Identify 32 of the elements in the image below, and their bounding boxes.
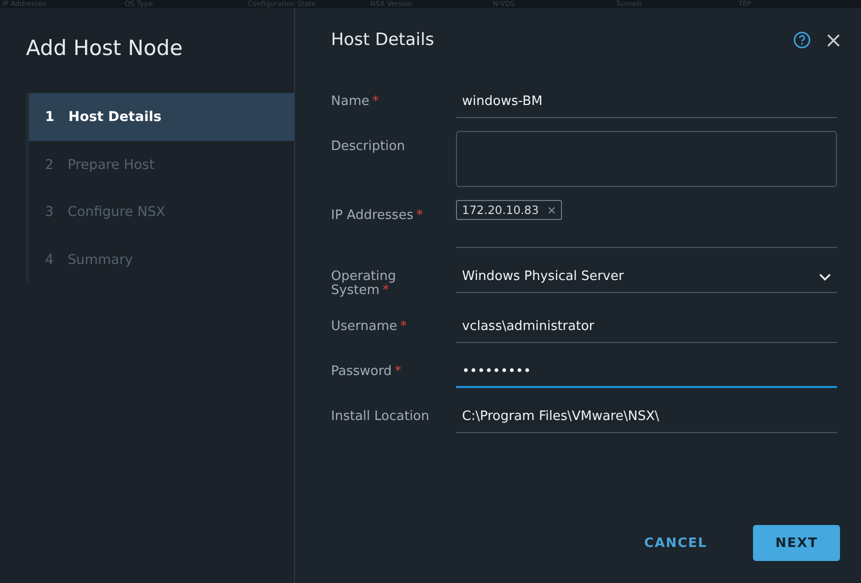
close-icon[interactable]: [827, 34, 840, 46]
step-label: Prepare Host: [68, 156, 154, 173]
field-label: Password *: [331, 363, 402, 379]
field-label: Description: [331, 138, 406, 154]
field-label: Operating System *: [331, 268, 397, 298]
help-icon[interactable]: [793, 31, 811, 49]
textarea-field[interactable]: [456, 131, 837, 187]
ip-tag: 172.20.10.83 ×: [456, 200, 562, 220]
input-field[interactable]: windows-BM: [456, 86, 837, 118]
field-label: IP Addresses *: [331, 207, 424, 223]
dialog-title: Add Host Node: [26, 36, 184, 60]
step-number: 3: [45, 204, 54, 220]
cancel-button[interactable]: CANCEL: [622, 525, 730, 561]
step-number: 4: [45, 252, 54, 268]
step-label: Host Details: [68, 108, 162, 125]
input-field[interactable]: •••••••••: [456, 356, 837, 388]
step-label: Configure NSX: [68, 204, 166, 220]
field-label: Install Location: [331, 408, 430, 424]
field-label: Username *: [331, 318, 408, 334]
field-label: Name *: [331, 93, 380, 109]
step-label: Summary: [68, 252, 133, 268]
next-button[interactable]: NEXT: [753, 525, 840, 561]
step-number: 2: [45, 156, 54, 173]
section-title: Host Details: [331, 30, 434, 50]
select-dropdown[interactable]: Windows Physical Server: [456, 261, 837, 293]
remove-tag-button[interactable]: ×: [546, 203, 556, 217]
input-field[interactable]: C:\Program Files\VMware\NSX\: [456, 401, 837, 433]
chevron-down-icon: [819, 272, 831, 280]
tag-input-field[interactable]: 172.20.10.83 ×: [456, 200, 837, 248]
wizard-step[interactable]: 1 Host Details: [29, 93, 294, 141]
input-field[interactable]: vclass\administrator: [456, 311, 837, 343]
step-number: 1: [45, 108, 54, 125]
